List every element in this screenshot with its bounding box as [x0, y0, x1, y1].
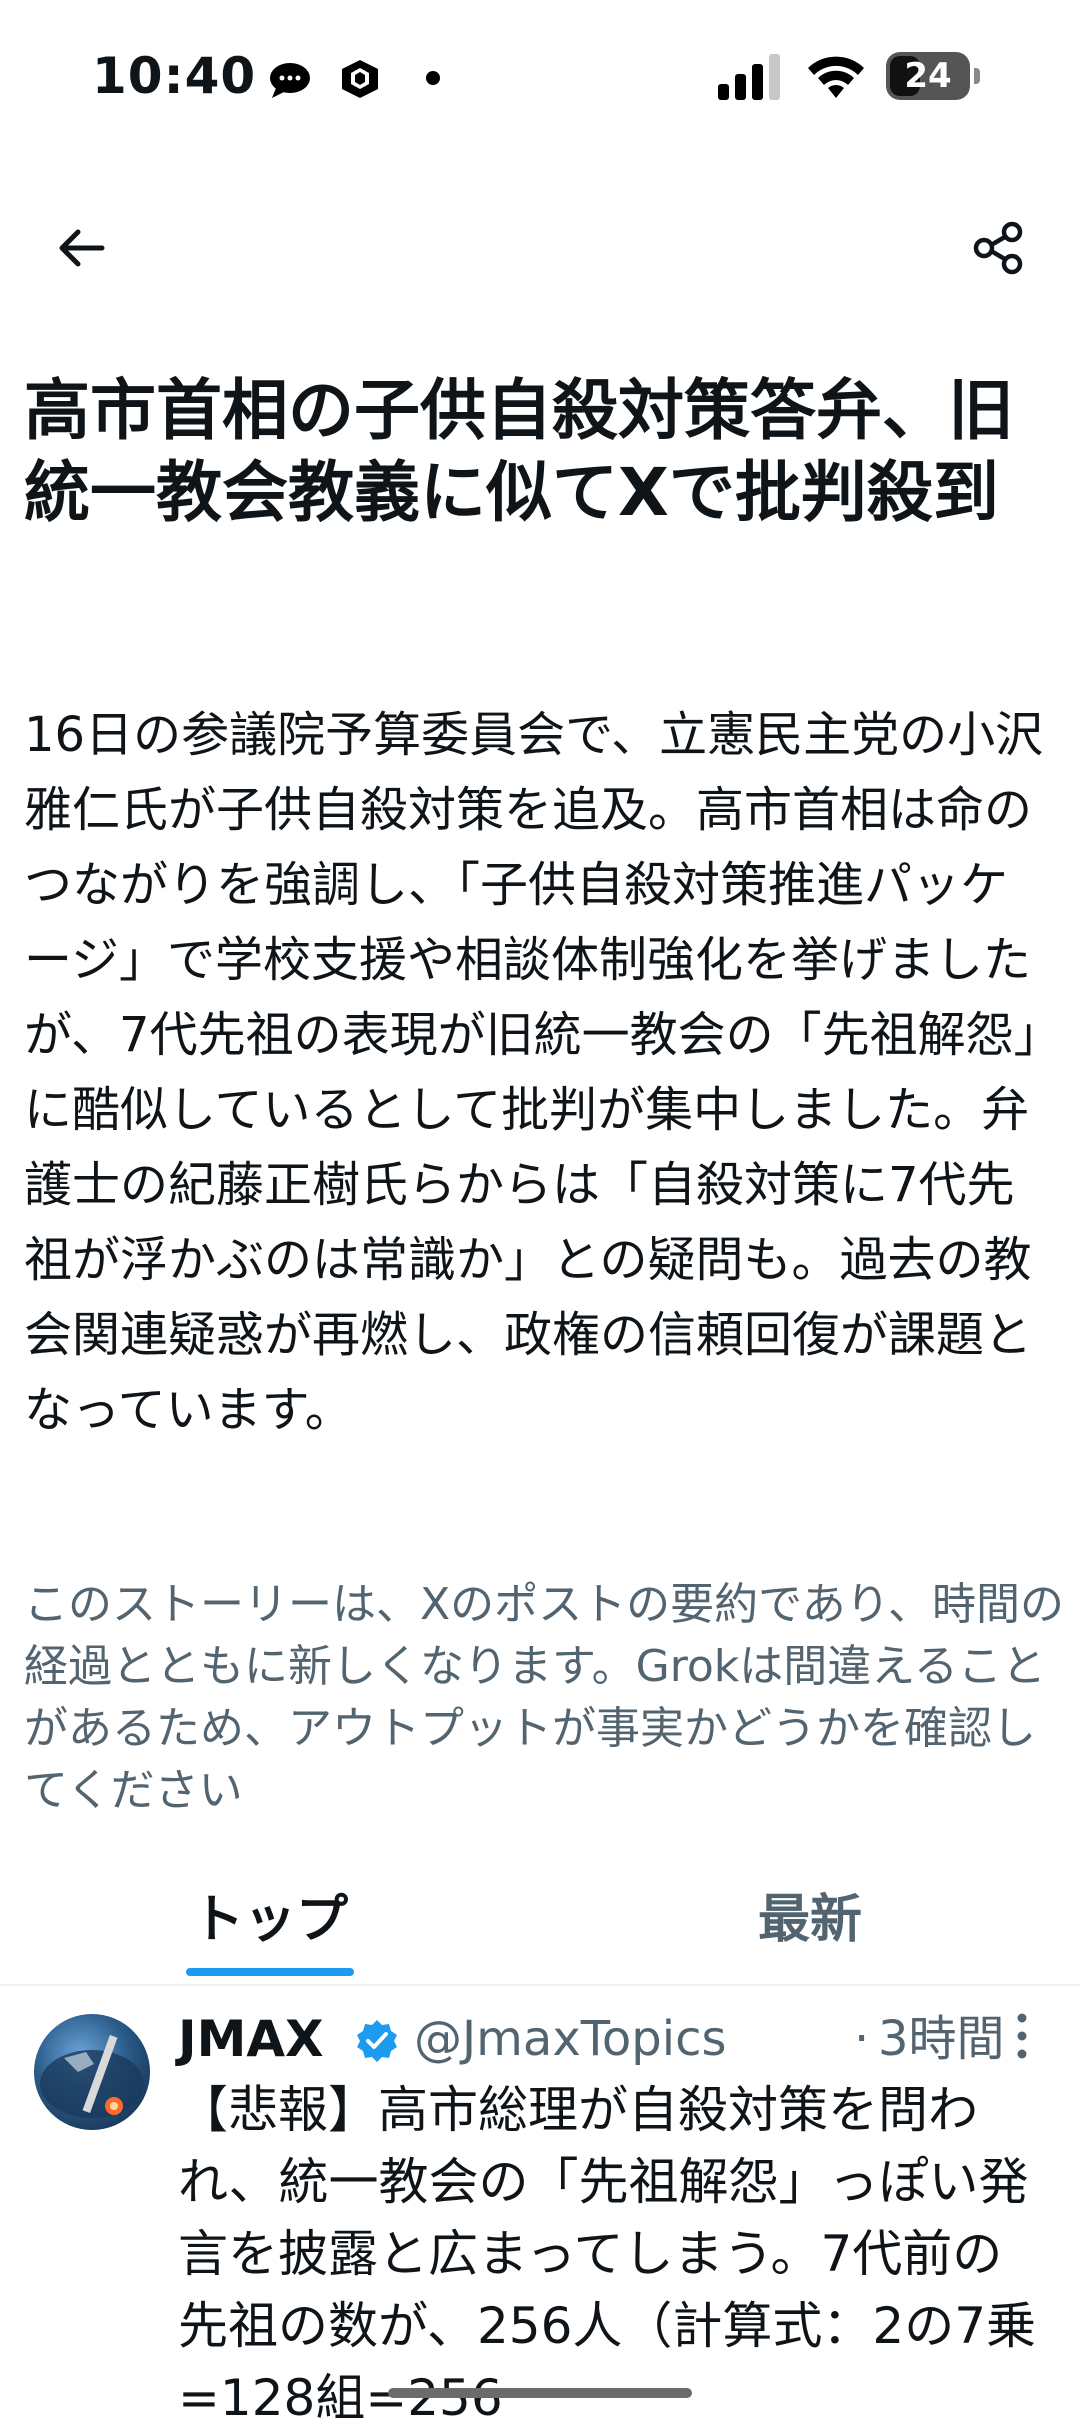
share-button[interactable]	[960, 210, 1036, 286]
post-author-handle[interactable]: @JmaxTopics	[414, 2006, 726, 2072]
tab-top-label: トップ	[191, 1890, 348, 1950]
status-bar: 10:40 24	[0, 0, 1080, 150]
post-header: JMAX @JmaxTopics · 3時間	[178, 2006, 1038, 2076]
post-item[interactable]: JMAX @JmaxTopics · 3時間 【悲報】高市総理が自殺対策を問われ…	[0, 1986, 1080, 2424]
cube-icon	[342, 60, 378, 98]
wifi-icon	[808, 56, 864, 98]
top-nav-bar	[0, 200, 1080, 290]
post-separator: ·	[854, 2011, 870, 2067]
chat-bubble-icon	[270, 63, 310, 98]
dot-icon	[426, 71, 440, 85]
arrow-left-icon	[59, 229, 105, 267]
story-summary: 16日の参議院予算委員会で、立憲民主党の小沢雅仁氏が子供自殺対策を追及。高市首相…	[24, 707, 1044, 1438]
active-tab-indicator	[186, 1968, 354, 1976]
post-text: 【悲報】高市総理が自殺対策を問われ、統一教会の「先祖解怨」っぽい発言を披露と広ま…	[178, 2081, 1037, 2424]
home-indicator[interactable]	[388, 2388, 692, 2398]
share-icon	[973, 221, 1023, 275]
status-time: 10:40	[92, 47, 257, 105]
tab-top[interactable]: トップ	[0, 1860, 540, 1984]
post-author-name[interactable]: JMAX	[178, 2006, 324, 2072]
grok-disclaimer: このストーリーは、Xのポストの要約であり、時間の経過とともに新しくなります。Gr…	[24, 1579, 1064, 1816]
tab-bar: トップ 最新	[0, 1860, 1080, 1986]
verified-badge-icon	[357, 2020, 397, 2062]
avatar-image	[40, 2035, 144, 2118]
post-timestamp: 3時間	[878, 2011, 1005, 2067]
more-options-icon[interactable]	[1004, 2008, 1040, 2064]
battery-level: 24	[904, 56, 952, 96]
back-button[interactable]	[44, 210, 120, 286]
tab-latest[interactable]: 最新	[540, 1860, 1080, 1984]
cellular-signal-icon	[718, 54, 780, 100]
story-headline: 高市首相の子供自殺対策答弁、旧統一教会教義に似てXで批判殺到	[24, 372, 1014, 531]
avatar[interactable]	[34, 2014, 150, 2130]
battery-icon: 24	[886, 52, 980, 100]
tab-latest-label: 最新	[757, 1890, 862, 1950]
